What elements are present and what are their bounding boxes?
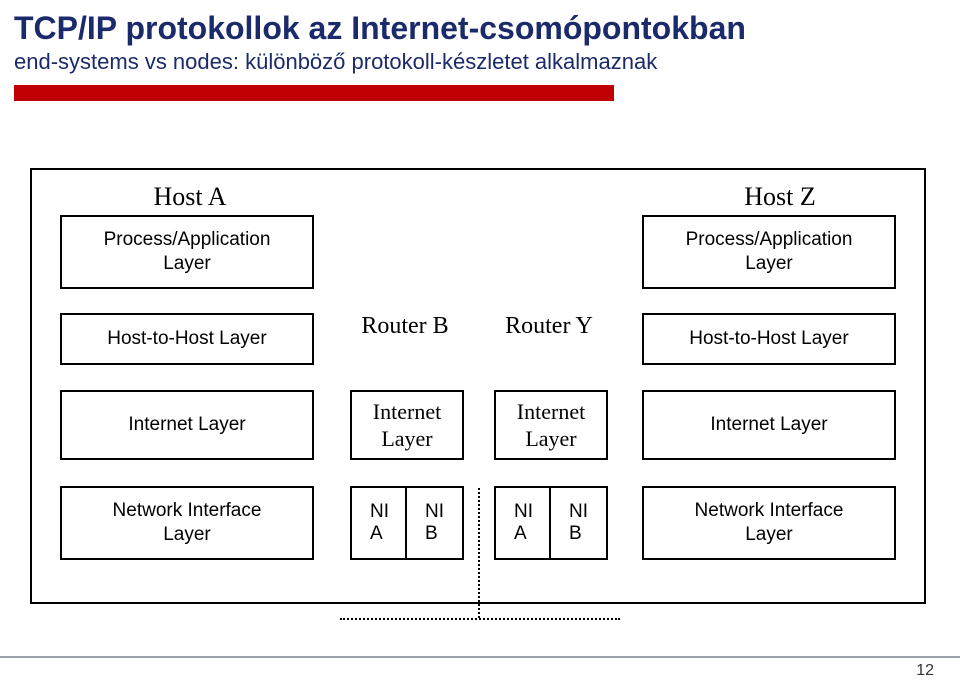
host-a-internet-layer: Internet Layer [60,390,314,460]
host-z-ni-layer: Network Interface Layer [642,486,896,560]
dotted-link-bottom [340,618,620,620]
router-y-internet-layer: Internet Layer [494,390,608,460]
host-z-process-app-layer: Process/Application Layer [642,215,896,289]
router-b-label: Router B [350,313,460,340]
router-y-ni-a: NI A [494,486,553,560]
router-y-ni-b: NI B [549,486,608,560]
page-number: 12 [916,662,934,680]
red-accent-bar [14,85,614,101]
host-z-internet-layer: Internet Layer [642,390,896,460]
host-a-label: Host A [110,182,270,212]
router-b-ni-b: NI B [405,486,464,560]
page-subtitle: end-systems vs nodes: különböző protokol… [14,49,960,75]
host-z-h2h-layer: Host-to-Host Layer [642,313,896,365]
host-a-ni-layer: Network Interface Layer [60,486,314,560]
page-title: TCP/IP protokollok az Internet-csomópont… [14,10,960,47]
router-b-ni-a: NI A [350,486,409,560]
host-z-label: Host Z [700,182,860,212]
router-b-internet-layer: Internet Layer [350,390,464,460]
router-y-label: Router Y [494,313,604,340]
footer-rule [0,656,960,658]
host-a-h2h-layer: Host-to-Host Layer [60,313,314,365]
dotted-link-vertical [478,488,480,618]
host-a-process-app-layer: Process/Application Layer [60,215,314,289]
